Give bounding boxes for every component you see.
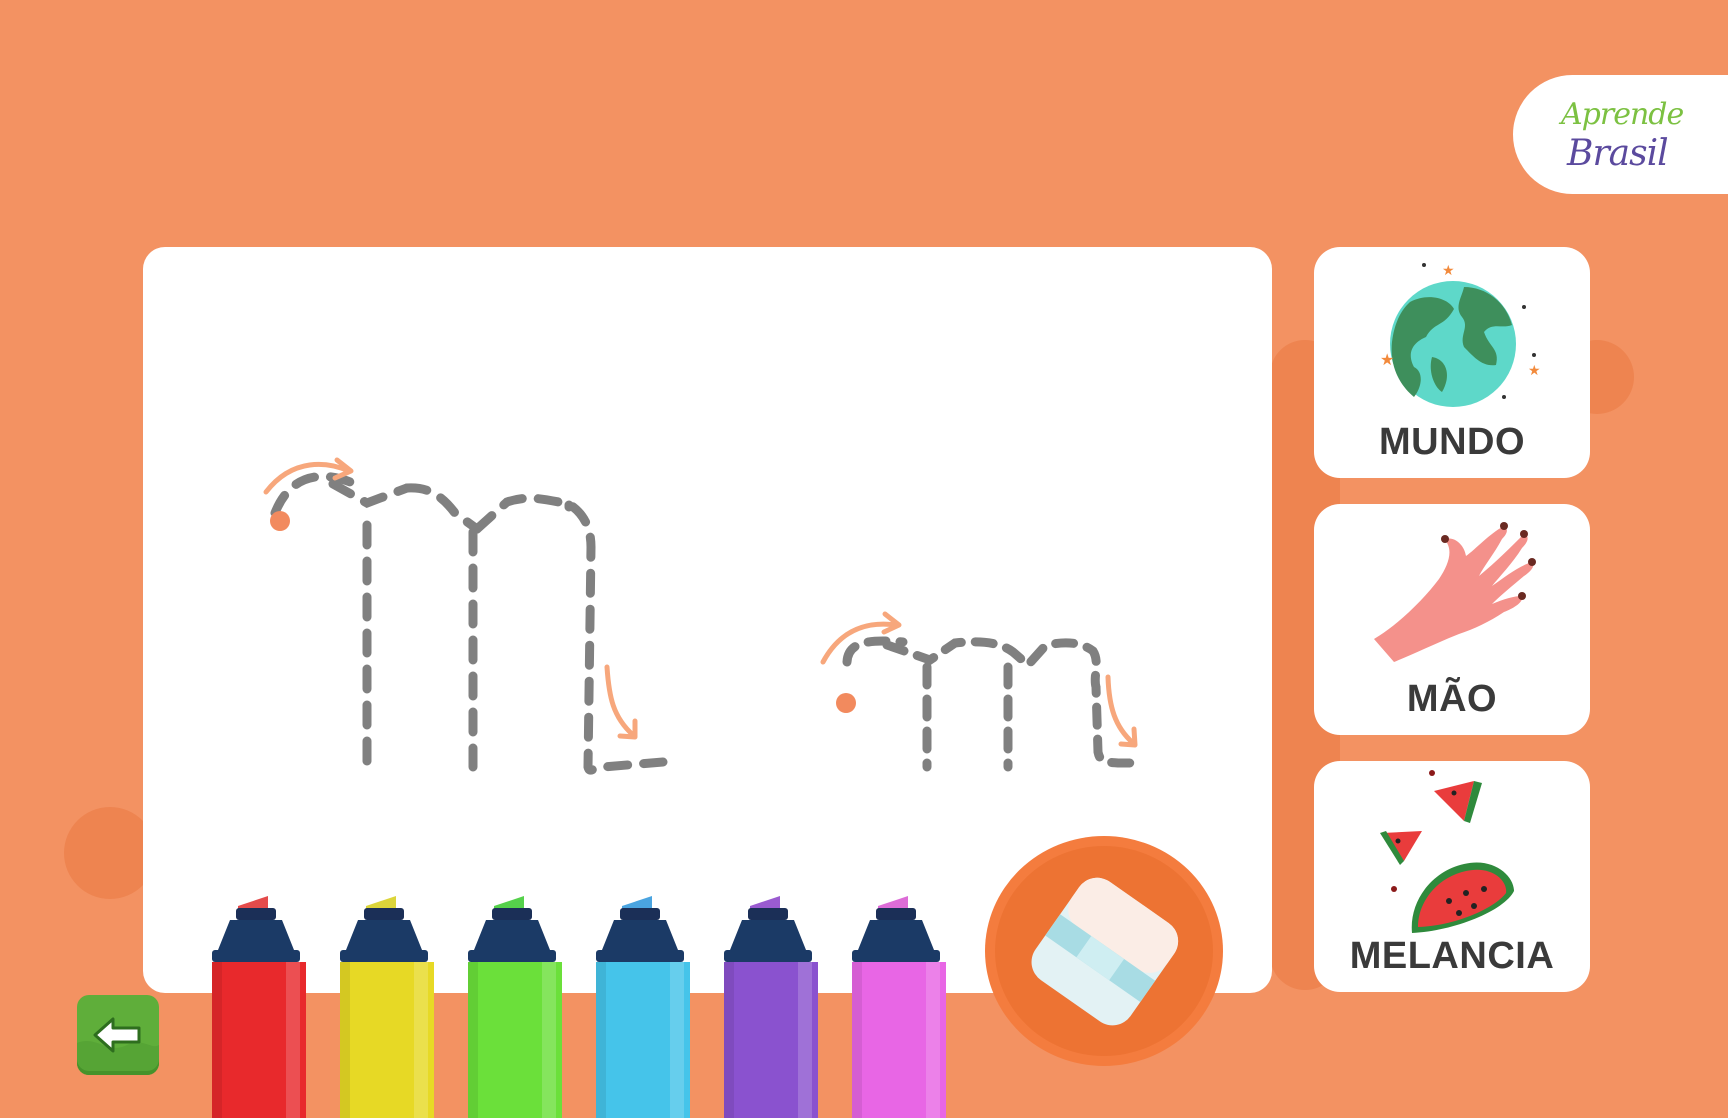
word-card-melancia[interactable]: MELANCIA — [1314, 761, 1590, 992]
svg-text:★: ★ — [1380, 352, 1394, 369]
marker-pink[interactable] — [846, 880, 946, 1118]
word-label: MELANCIA — [1349, 935, 1555, 977]
arrow-left-icon — [77, 1017, 159, 1075]
marker-green[interactable] — [462, 880, 562, 1118]
marker-yellow[interactable] — [334, 880, 434, 1118]
marker-icon — [468, 896, 562, 1118]
lowercase-m-start — [820, 611, 1138, 748]
logo-line-1: Aprende — [1561, 97, 1684, 132]
marker-icon — [340, 896, 434, 1118]
eraser-icon — [1031, 877, 1179, 1026]
marker-red[interactable] — [206, 880, 306, 1118]
word-label: MUNDO — [1378, 421, 1526, 463]
aprende-brasil-logo: Aprende Brasil — [1513, 75, 1728, 194]
marker-icon — [212, 896, 306, 1118]
svg-text:★: ★ — [1442, 262, 1455, 278]
word-card-mundo[interactable]: ★ ★ ★ MUNDO — [1314, 247, 1590, 478]
back-button[interactable] — [77, 995, 159, 1075]
word-card-mao[interactable]: MÃO — [1314, 504, 1590, 735]
eraser-button[interactable] — [985, 836, 1223, 1066]
hand-icon — [1374, 522, 1536, 662]
marker-icon — [596, 896, 690, 1118]
svg-text:★: ★ — [1528, 362, 1541, 378]
watermelon-icon — [1380, 770, 1514, 933]
word-label: MÃO — [1406, 678, 1498, 720]
marker-blue[interactable] — [590, 880, 690, 1118]
logo-line-2: Brasil — [1567, 133, 1669, 174]
globe-icon: ★ ★ ★ — [1380, 262, 1541, 407]
marker-icon — [724, 896, 818, 1118]
uppercase-m-guide — [270, 471, 668, 775]
marker-purple[interactable] — [718, 880, 818, 1118]
marker-icon — [852, 896, 946, 1118]
lowercase-m-guide — [842, 636, 1138, 772]
